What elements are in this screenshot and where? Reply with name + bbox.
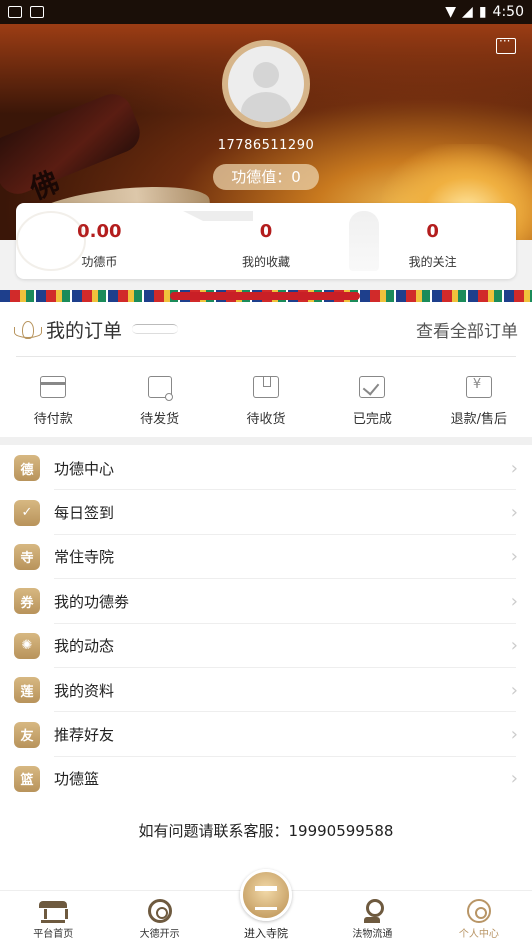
menu-item-label: 我的功德劵 — [54, 592, 130, 611]
order-label: 退款/售后 — [450, 412, 508, 427]
lotus-icon — [14, 321, 42, 339]
chevron-right-icon: › — [510, 457, 518, 479]
roof-decoration-icon — [182, 211, 253, 271]
tab-dharma-goods[interactable]: 法物流通 — [319, 891, 425, 944]
menu-item-label: 每日签到 — [54, 504, 115, 523]
wechat-icon — [8, 6, 22, 18]
card-icon — [40, 376, 67, 398]
order-status-row: 待付款 待发货 待收货 已完成 退款/售后 — [0, 372, 532, 430]
menu-item-label: 功德篮 — [54, 770, 100, 789]
menu-item-label: 功德中心 — [54, 459, 115, 478]
order-label: 待付款 — [33, 412, 73, 427]
menu-item-my-profile[interactable]: 莲 我的资料 › — [0, 668, 532, 713]
order-label: 待发货 — [140, 412, 180, 427]
tibetan-border-decoration — [0, 290, 532, 302]
order-pending-payment[interactable]: 待付款 — [0, 372, 106, 430]
menu-list: 德 功德中心 › ✓ 每日签到 › 寺 常住寺院 › 券 我的功德劵 › ✺ 我… — [0, 446, 532, 801]
order-completed[interactable]: 已完成 — [319, 372, 425, 430]
chevron-right-icon: › — [510, 502, 518, 524]
menu-item-resident-temple[interactable]: 寺 常住寺院 › — [0, 535, 532, 580]
order-refund[interactable]: 退款/售后 — [426, 372, 532, 430]
tab-label: 进入寺院 — [244, 927, 289, 940]
menu-item-merit-center[interactable]: 德 功德中心 › — [0, 446, 532, 491]
order-pending-receipt[interactable]: 待收货 — [213, 372, 319, 430]
chevron-right-icon: › — [510, 768, 518, 790]
tab-dharma-talks[interactable]: 大德开示 — [106, 891, 212, 944]
orders-header: 我的订单 查看全部订单 — [0, 302, 532, 356]
tab-label: 法物流通 — [352, 929, 393, 940]
menu-item-label: 推荐好友 — [54, 726, 115, 745]
menu-item-daily-checkin[interactable]: ✓ 每日签到 › — [0, 490, 532, 536]
add-friend-icon: 友 — [14, 721, 40, 748]
temple-icon — [39, 899, 69, 923]
lotus-profile-icon: 莲 — [14, 677, 40, 704]
menu-item-my-activity[interactable]: ✺ 我的动态 › — [0, 624, 532, 669]
chevron-right-icon: › — [510, 590, 518, 612]
menu-item-merit-vouchers[interactable]: 券 我的功德劵 › — [0, 579, 532, 624]
status-time: 4:50 — [492, 4, 524, 20]
cloud-decoration-icon — [132, 324, 179, 334]
menu-item-refer-friends[interactable]: 友 推荐好友 › — [0, 712, 532, 758]
voucher-icon: 券 — [14, 588, 40, 615]
profile-page: ▼ ◢ ▮ 4:50 佛 17786511290 功德值：0 0.00 功德币 … — [0, 0, 532, 944]
tab-label: 大德开示 — [139, 929, 180, 940]
box-icon — [253, 376, 280, 398]
bottom-tab-bar: 平台首页 大德开示 进入寺院 法物流通 个人中心 — [0, 869, 532, 944]
refund-icon — [465, 376, 492, 398]
merit-value-badge[interactable]: 功德值：0 — [213, 164, 319, 190]
bell-decoration-icon — [349, 211, 380, 271]
avatar[interactable] — [222, 40, 310, 128]
status-bar: ▼ ◢ ▮ 4:50 — [0, 0, 532, 24]
wifi-icon: ▼ — [445, 4, 457, 20]
stats-card: 0.00 功德币 0 我的收藏 0 我的关注 — [16, 203, 516, 279]
tab-platform-home[interactable]: 平台首页 — [0, 891, 106, 944]
tab-personal-center[interactable]: 个人中心 — [426, 891, 532, 944]
temple-icon: 寺 — [14, 543, 40, 570]
default-avatar-icon — [228, 46, 304, 122]
check-icon — [359, 376, 386, 398]
menu-item-merit-basket[interactable]: 篮 功德篮 › — [0, 757, 532, 801]
tab-label: 个人中心 — [458, 929, 499, 940]
temple-gate-icon — [240, 869, 293, 921]
wave-decoration-icon — [16, 211, 86, 271]
view-all-orders-link[interactable]: 查看全部订单 — [416, 317, 518, 342]
orders-title: 我的订单 — [46, 319, 123, 342]
user-phone: 17786511290 — [217, 138, 315, 153]
order-pending-shipment[interactable]: 待发货 — [106, 372, 212, 430]
chevron-right-icon: › — [510, 679, 518, 701]
customer-service-contact: 如有问题请联系客服：19990599588 — [138, 822, 394, 840]
menu-item-label: 常住寺院 — [54, 548, 115, 567]
personal-center-icon — [466, 899, 491, 923]
order-label: 已完成 — [352, 412, 392, 427]
chevron-right-icon: › — [510, 724, 518, 746]
dharma-wheel-icon — [147, 899, 172, 923]
basket-icon: 篮 — [14, 765, 40, 792]
stat-favorites[interactable]: 0 我的收藏 — [182, 203, 350, 279]
tab-label: 平台首页 — [33, 929, 74, 940]
chevron-right-icon: › — [510, 546, 518, 568]
checkin-icon: ✓ — [14, 499, 40, 526]
notification-icon — [30, 6, 44, 18]
dharma-wheel-icon: ✺ — [14, 632, 40, 659]
message-icon[interactable] — [496, 34, 516, 54]
order-label: 待收货 — [246, 412, 286, 427]
tab-enter-temple[interactable]: 进入寺院 — [213, 869, 319, 944]
offering-cup-icon — [360, 899, 385, 923]
truck-icon — [147, 376, 173, 401]
chevron-right-icon: › — [510, 635, 518, 657]
stat-merit-coins[interactable]: 0.00 功德币 — [16, 203, 183, 279]
menu-item-label: 我的资料 — [54, 681, 115, 700]
signal-icon: ◢ — [462, 4, 473, 20]
menu-item-label: 我的动态 — [54, 637, 115, 656]
merit-center-icon: 德 — [14, 455, 40, 482]
battery-icon: ▮ — [478, 4, 487, 20]
stat-following[interactable]: 0 我的关注 — [349, 203, 516, 279]
